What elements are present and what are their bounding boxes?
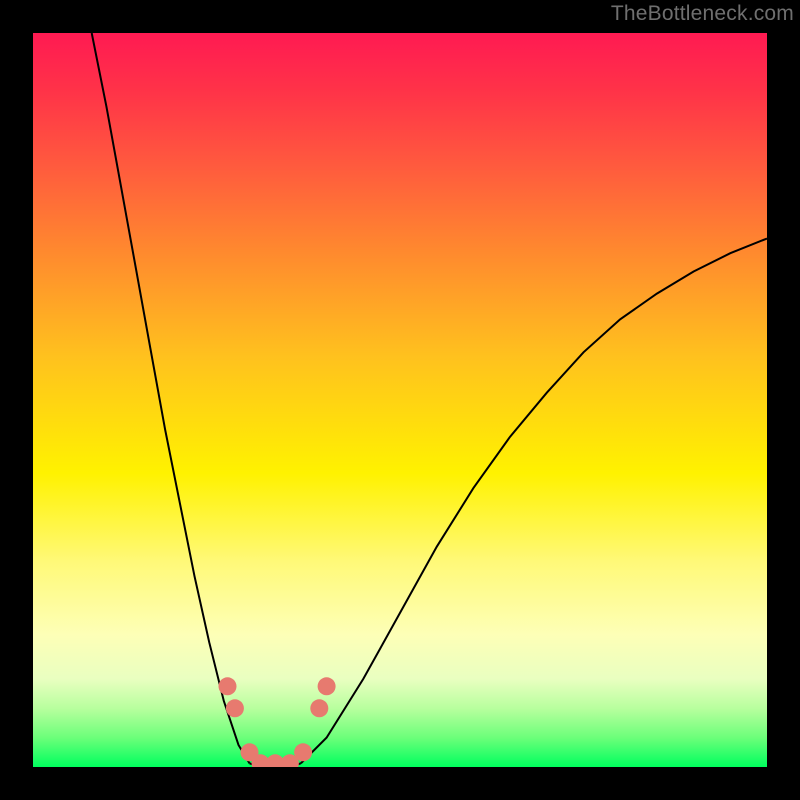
watermark-text: TheBottleneck.com [611, 2, 794, 26]
chart-plot-area [33, 33, 767, 767]
